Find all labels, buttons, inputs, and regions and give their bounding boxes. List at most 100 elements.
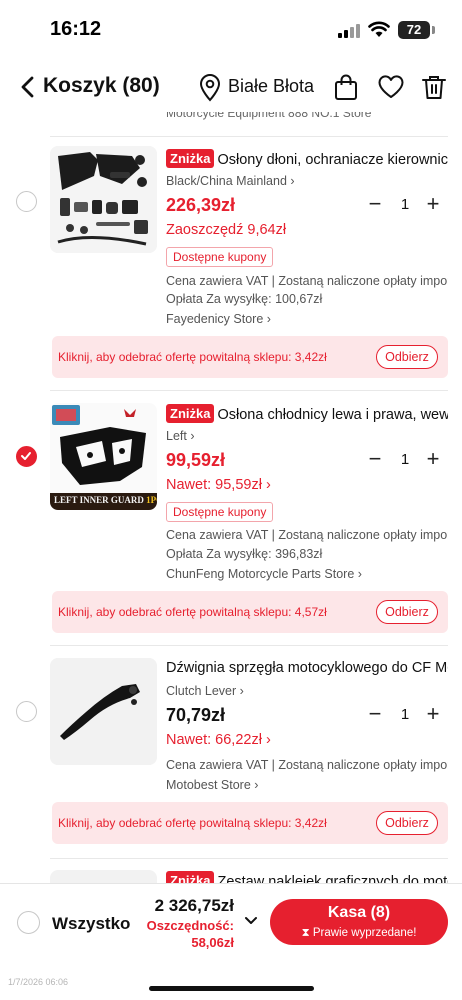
vat-info: Cena zawiera VAT | Zostaną naliczone opł… bbox=[166, 274, 448, 288]
quantity-value[interactable]: 1 bbox=[395, 196, 415, 213]
savings-value: 58,06zł bbox=[191, 935, 234, 950]
checkmark-icon bbox=[21, 452, 31, 460]
product-title[interactable]: Zniżka Osłona chłodnicy lewa i prawa, wew… bbox=[166, 404, 448, 426]
store-link[interactable]: Fayedenicy Store › bbox=[166, 312, 448, 326]
app-header: Koszyk (80) Białe Błota bbox=[0, 62, 462, 112]
chevron-right-icon: › bbox=[265, 477, 271, 493]
coupon-badge[interactable]: Dostępne kupony bbox=[166, 502, 274, 522]
cellular-signal-icon bbox=[338, 22, 362, 38]
item-select-radio[interactable] bbox=[16, 446, 37, 467]
heart-icon[interactable] bbox=[377, 73, 405, 101]
increase-quantity-button[interactable]: + bbox=[423, 703, 443, 727]
vat-info: Cena zawiera VAT | Zostaną naliczone opł… bbox=[166, 528, 448, 542]
store-welcome-offer: Kliknij, aby odebrać ofertę powitalną sk… bbox=[52, 336, 448, 378]
delivery-location[interactable]: Białe Błota bbox=[228, 76, 314, 97]
variant-selector[interactable]: Left › bbox=[166, 429, 195, 443]
quantity-stepper: − 1 + bbox=[365, 193, 445, 217]
product-price: 226,39zł bbox=[166, 195, 236, 215]
claim-offer-button[interactable]: Odbierz bbox=[376, 811, 438, 835]
store-name: Fayedenicy Store bbox=[166, 312, 264, 326]
increase-quantity-button[interactable]: + bbox=[423, 193, 443, 217]
store-welcome-offer: Kliknij, aby odebrać ofertę powitalną sk… bbox=[52, 591, 448, 633]
increase-quantity-button[interactable]: + bbox=[423, 448, 443, 472]
coupon-badge[interactable]: Dostępne kupony bbox=[166, 247, 274, 267]
product-title[interactable]: Dźwignia sprzęgła motocyklowego do CF Mo… bbox=[166, 660, 448, 682]
savings-label: Oszczędność: bbox=[146, 918, 234, 933]
divider bbox=[50, 645, 448, 646]
divider bbox=[50, 858, 448, 859]
vat-info: Cena zawiera VAT | Zostaną naliczone opł… bbox=[166, 758, 448, 772]
product-image[interactable] bbox=[50, 658, 157, 765]
quantity-stepper: − 1 + bbox=[365, 448, 445, 472]
shipping-fee: Opłata Za wysyłkę: 396,83zł bbox=[166, 547, 323, 561]
select-all-label[interactable]: Wszystko bbox=[52, 914, 130, 934]
status-bar: 16:12 72 bbox=[0, 0, 462, 60]
cart-item: Zniżka Osłony dłoni, ochraniacze kierowni… bbox=[0, 146, 462, 386]
home-indicator[interactable] bbox=[149, 986, 314, 991]
previous-store-name: Motorcycle Equipment 888 NO.1 Store bbox=[166, 112, 372, 120]
product-title-text: Dźwignia sprzęgła motocyklowego do CF Mo… bbox=[166, 660, 448, 676]
claim-offer-button[interactable]: Odbierz bbox=[376, 345, 438, 369]
status-time: 16:12 bbox=[50, 18, 102, 40]
welcome-offer-text[interactable]: Kliknij, aby odebrać ofertę powitalną sk… bbox=[58, 350, 327, 364]
lowest-price-link[interactable]: Nawet: 66,22zł › bbox=[166, 732, 271, 748]
divider bbox=[50, 136, 448, 137]
welcome-offer-text[interactable]: Kliknij, aby odebrać ofertę powitalną sk… bbox=[58, 605, 327, 619]
savings-text: Zaoszczędź 9,64zł bbox=[166, 222, 287, 238]
cart-total: 2 326,75zł bbox=[154, 896, 234, 915]
chevron-right-icon: › bbox=[239, 684, 244, 698]
claim-offer-button[interactable]: Odbierz bbox=[376, 600, 438, 624]
location-pin-icon[interactable] bbox=[198, 74, 222, 102]
store-welcome-offer: Kliknij, aby odebrać ofertę powitalną sk… bbox=[52, 802, 448, 844]
cart-item: Dźwignia sprzęgła motocyklowego do CF Mo… bbox=[0, 658, 462, 848]
product-title-text: Osłona chłodnicy lewa i prawa, wewnętrzn… bbox=[217, 407, 448, 423]
variant-selector[interactable]: Clutch Lever › bbox=[166, 684, 244, 698]
checkout-label: Kasa (8) bbox=[327, 904, 391, 921]
back-arrow-icon[interactable] bbox=[18, 74, 40, 100]
product-image[interactable] bbox=[50, 146, 157, 253]
store-link[interactable]: ChunFeng Motorcycle Parts Store › bbox=[166, 567, 448, 581]
hourglass-icon: ⧗ bbox=[301, 927, 310, 939]
item-select-radio[interactable] bbox=[16, 701, 37, 722]
chevron-right-icon: › bbox=[290, 174, 295, 188]
screenshot-watermark: 1/7/2026 06:06 bbox=[8, 977, 69, 987]
welcome-offer-text[interactable]: Kliknij, aby odebrać ofertę powitalną sk… bbox=[58, 816, 327, 830]
checkout-subtitle: ⧗ Prawie wyprzedane! bbox=[301, 927, 417, 939]
trash-icon[interactable] bbox=[420, 73, 448, 101]
shopping-bag-icon[interactable] bbox=[332, 73, 360, 101]
product-price: 70,79zł bbox=[166, 705, 226, 725]
product-image[interactable]: LEFT INNER GUARD 1PCS bbox=[50, 403, 157, 510]
store-link[interactable]: Motobest Store › bbox=[166, 778, 448, 792]
decrease-quantity-button[interactable]: − bbox=[365, 448, 385, 472]
decrease-quantity-button[interactable]: − bbox=[365, 193, 385, 217]
lowest-price-link[interactable]: Nawet: 95,59zł › bbox=[166, 477, 271, 493]
discount-badge: Zniżka bbox=[166, 404, 215, 423]
chevron-right-icon: › bbox=[357, 567, 362, 581]
quantity-value[interactable]: 1 bbox=[395, 706, 415, 723]
chevron-right-icon: › bbox=[265, 732, 271, 748]
checkout-button[interactable]: Kasa (8) ⧗ Prawie wyprzedane! bbox=[270, 899, 448, 945]
store-name: Motobest Store bbox=[166, 778, 251, 792]
product-title-text: Osłony dłoni, ochraniacze kierownicy mot… bbox=[217, 152, 448, 168]
product-title[interactable]: Zniżka Osłony dłoni, ochraniacze kierowni… bbox=[166, 149, 448, 171]
select-all-radio[interactable] bbox=[17, 911, 40, 934]
shipping-fee: Opłata Za wysyłkę: 100,67zł bbox=[166, 292, 323, 306]
divider bbox=[50, 390, 448, 391]
clutch-lever-product-image bbox=[50, 658, 157, 765]
lowest-price-text: Nawet: 95,59zł bbox=[166, 477, 262, 493]
variant-label: Left bbox=[166, 429, 187, 443]
chevron-down-icon[interactable] bbox=[244, 916, 258, 926]
wifi-icon bbox=[368, 21, 390, 37]
page-title: Koszyk (80) bbox=[43, 74, 160, 97]
discount-badge: Zniżka bbox=[166, 149, 215, 168]
checkout-bar: Wszystko 2 326,75zł Oszczędność: 58,06zł… bbox=[0, 883, 462, 1000]
decrease-quantity-button[interactable]: − bbox=[365, 703, 385, 727]
quantity-stepper: − 1 + bbox=[365, 703, 445, 727]
battery-icon: 72 bbox=[398, 21, 430, 39]
variant-selector[interactable]: Black/China Mainland › bbox=[166, 174, 295, 188]
cart-item: LEFT INNER GUARD 1PCS ZniżkaOsłona chłod… bbox=[0, 401, 462, 641]
quantity-value[interactable]: 1 bbox=[395, 451, 415, 468]
variant-label: Clutch Lever bbox=[166, 684, 237, 698]
item-select-radio[interactable] bbox=[16, 191, 37, 212]
previous-store-row: Motorcycle Equipment 888 NO.1 Store bbox=[0, 112, 462, 134]
